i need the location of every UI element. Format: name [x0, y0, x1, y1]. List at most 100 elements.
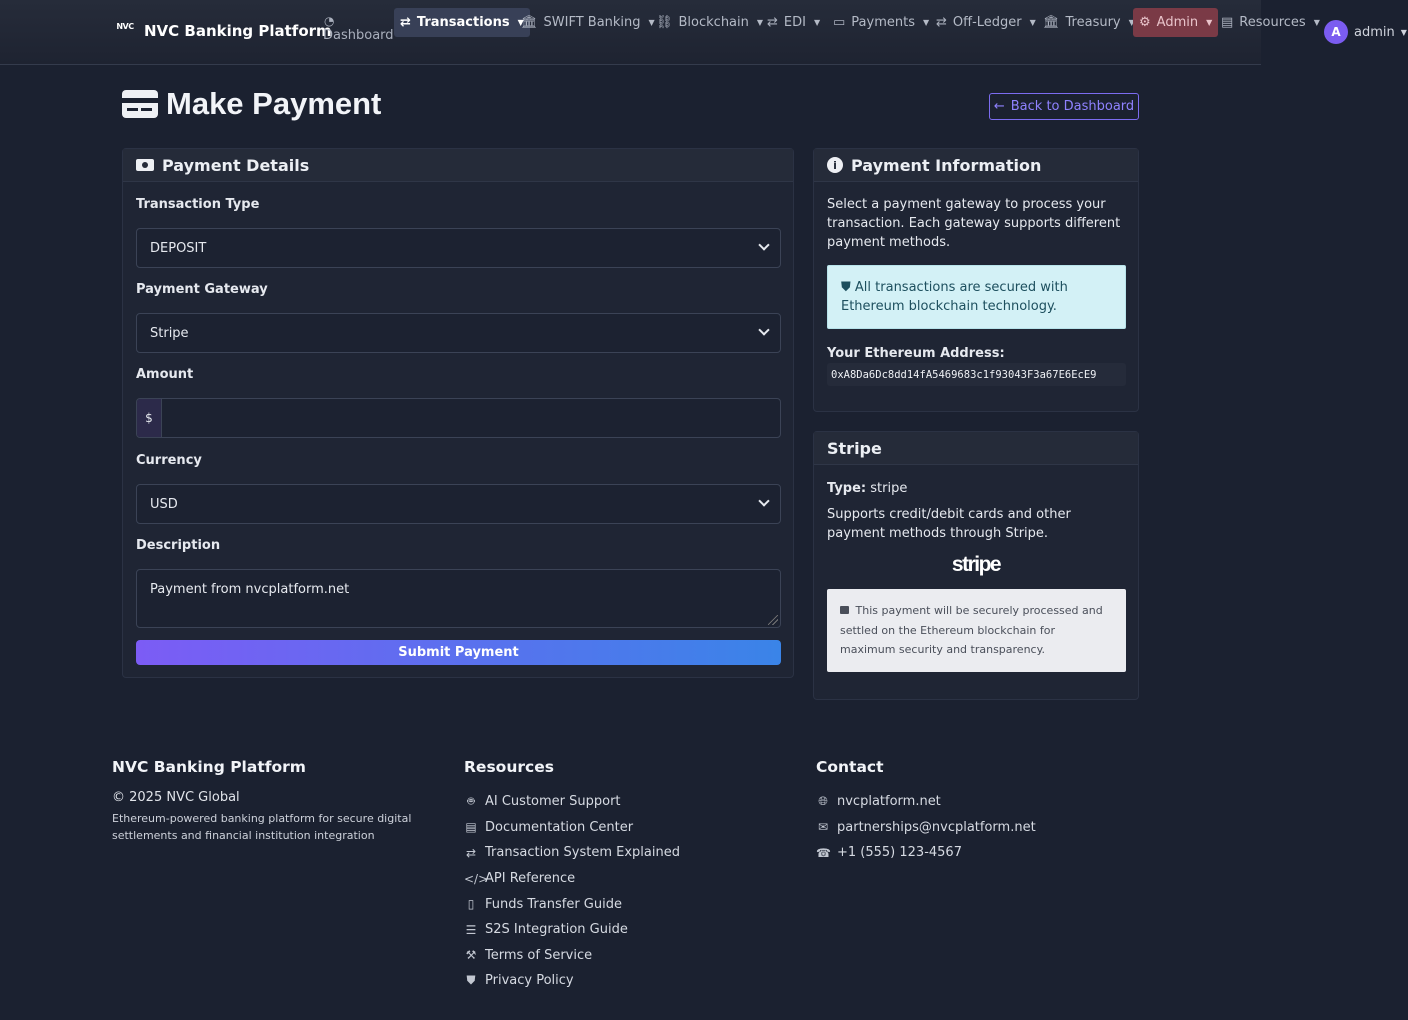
amount-input-group: $	[136, 398, 781, 438]
brand-logo-icon: NVC	[116, 22, 134, 31]
caret-down-icon: ▼	[1029, 18, 1036, 27]
lock-icon	[840, 606, 849, 614]
nav-blockchain-label: Blockchain	[678, 15, 749, 30]
nav-off-ledger-label: Off-Ledger	[952, 15, 1022, 30]
nav-swift-banking[interactable]: 🏛︎ SWIFT Banking ▼	[515, 8, 661, 37]
credit-card-icon: ▭	[833, 15, 846, 30]
footer-brand-title: NVC Banking Platform	[112, 758, 306, 776]
nav-edi-label: EDI	[783, 15, 806, 30]
gavel-icon: ⚒	[465, 948, 477, 963]
footer-contact-website[interactable]: 🌐︎ nvcplatform.net	[816, 789, 1036, 815]
nav-dashboard-label: Dashboard	[323, 28, 394, 43]
footer-contact-label: nvcplatform.net	[837, 794, 941, 810]
link-icon: ⛓︎	[656, 15, 673, 30]
description-textarea[interactable]: Payment from nvcplatform.net	[136, 569, 781, 628]
nav-payments[interactable]: ▭ Payments ▼	[827, 8, 935, 37]
shield-icon: ⛊	[841, 280, 851, 295]
bank-icon: 🏛︎	[521, 15, 538, 30]
footer-link-api-reference[interactable]: </> API Reference	[464, 866, 680, 892]
eth-address-value: 0xA8Da6Dc8dd14fA5469683c1f93043F3a67E6Ec…	[827, 363, 1126, 386]
user-menu[interactable]: A admin ▼	[1324, 20, 1407, 44]
security-alert: ⛊ All transactions are secured with Ethe…	[827, 265, 1126, 329]
eth-address-label: Your Ethereum Address:	[827, 346, 1005, 361]
footer-link-label: Privacy Policy	[485, 973, 574, 989]
currency-value: USD	[150, 496, 178, 512]
amount-label: Amount	[136, 367, 194, 382]
description-label: Description	[136, 538, 221, 553]
page-title: Make Payment	[122, 86, 381, 122]
payment-info-intro: Select a payment gateway to process your…	[827, 197, 1121, 250]
code-icon: </>	[464, 871, 489, 886]
footer-contact-label: +1 (555) 123-4567	[837, 845, 962, 861]
footer-link-label: Terms of Service	[485, 947, 593, 963]
caret-down-icon: ▼	[922, 18, 930, 27]
book-icon: ▤	[1221, 15, 1234, 30]
arrows-exchange-icon: ⇄	[400, 15, 411, 30]
footer-contact-phone[interactable]: ☎ +1 (555) 123-4567	[816, 840, 1036, 866]
nav-admin-label: Admin	[1156, 15, 1199, 30]
nav-swift-label: SWIFT Banking	[543, 15, 641, 30]
nav-transactions-label: Transactions	[416, 15, 510, 30]
arrows-exchange-icon: ⇄	[936, 15, 947, 30]
submit-payment-button[interactable]: Submit Payment	[136, 640, 781, 665]
footer-link-privacy[interactable]: ⛊ Privacy Policy	[464, 968, 680, 994]
chevron-down-icon	[758, 324, 770, 336]
currency-label: Currency	[136, 453, 202, 468]
transaction-type-value: DEPOSIT	[150, 240, 207, 256]
book-icon: ▤	[465, 820, 477, 835]
caret-down-icon: ▼	[1400, 27, 1407, 37]
nav-resources-label: Resources	[1239, 15, 1306, 30]
currency-select[interactable]: USD	[136, 484, 781, 524]
nav-edi[interactable]: ⇄ EDI ▼	[761, 8, 826, 37]
nav-off-ledger[interactable]: ⇄ Off-Ledger ▼	[930, 8, 1042, 37]
back-to-dashboard-button[interactable]: ← Back to Dashboard	[989, 93, 1139, 120]
nav-blockchain[interactable]: ⛓︎ Blockchain ▼	[650, 8, 769, 37]
payment-details-card: Payment Details Transaction Type DEPOSIT…	[122, 148, 794, 678]
description-value: Payment from nvcplatform.net	[150, 582, 350, 597]
back-to-dashboard-label: Back to Dashboard	[1010, 99, 1135, 114]
brand-link[interactable]: NVC NVC Banking Platform	[114, 22, 332, 40]
footer-link-transaction-system[interactable]: ⇄ Transaction System Explained	[464, 840, 680, 866]
footer-link-label: API Reference	[485, 871, 576, 887]
footer-copyright: © 2025 NVC Global	[112, 790, 240, 805]
money-bill-icon	[136, 159, 154, 171]
footer-link-label: Funds Transfer Guide	[485, 896, 622, 912]
envelope-icon: ✉	[817, 820, 829, 835]
footer-contact-label: partnerships@nvcplatform.net	[837, 819, 1036, 835]
nav-admin[interactable]: ⚙ Admin ▼	[1133, 8, 1219, 37]
nav-dashboard[interactable]: ◔ Dashboard	[323, 14, 394, 43]
transaction-type-select[interactable]: DEPOSIT	[136, 228, 781, 268]
resize-handle-icon[interactable]	[768, 615, 778, 625]
payment-gateway-select[interactable]: Stripe	[136, 313, 781, 353]
arrows-exchange-icon: ⇄	[465, 845, 477, 860]
footer-link-documentation[interactable]: ▤ Documentation Center	[464, 815, 680, 841]
nav-transactions[interactable]: ⇄ Transactions ▼	[394, 8, 530, 37]
nav-treasury[interactable]: 🏛︎ Treasury ▼	[1037, 8, 1141, 37]
footer-resources-column: Resources 🤖︎ AI Customer Support ▤ Documen…	[464, 758, 680, 994]
payment-details-title: Payment Details	[162, 155, 310, 175]
globe-icon: 🌐︎	[818, 794, 828, 809]
footer-link-label: Documentation Center	[485, 819, 634, 835]
credit-card-icon	[122, 90, 158, 118]
footer-link-funds-transfer[interactable]: ▯ Funds Transfer Guide	[464, 891, 680, 917]
bank-icon: 🏛︎	[1043, 15, 1060, 30]
settlement-note-text: This payment will be securely processed …	[840, 604, 1103, 656]
dashboard-gauge-icon: ◔	[324, 14, 335, 28]
footer-link-terms[interactable]: ⚒ Terms of Service	[464, 943, 680, 969]
gateway-description: Supports credit/debit cards and other pa…	[827, 507, 1071, 541]
phone-icon: ☎	[816, 845, 831, 860]
footer-link-ai-support[interactable]: 🤖︎ AI Customer Support	[464, 789, 680, 815]
footer-contact-title: Contact	[816, 758, 884, 776]
footer-tagline: Ethereum-powered banking platform for se…	[112, 812, 412, 842]
chevron-down-icon	[758, 495, 770, 507]
info-circle-icon: i	[827, 157, 843, 173]
footer-link-s2s-guide[interactable]: ☰ S2S Integration Guide	[464, 917, 680, 943]
gateway-details-card: Stripe Type: stripe Supports credit/debi…	[813, 431, 1139, 700]
gateway-type-value: stripe	[870, 481, 908, 496]
nav-treasury-label: Treasury	[1065, 15, 1121, 30]
footer-contact-email[interactable]: ✉ partnerships@nvcplatform.net	[816, 815, 1036, 841]
nav-resources[interactable]: ▤ Resources ▼	[1215, 8, 1326, 37]
footer-resources-title: Resources	[464, 758, 554, 776]
footer-brand-column: NVC Banking Platform © 2025 NVC Global E…	[112, 758, 412, 844]
brand-name: NVC Banking Platform	[144, 22, 332, 40]
